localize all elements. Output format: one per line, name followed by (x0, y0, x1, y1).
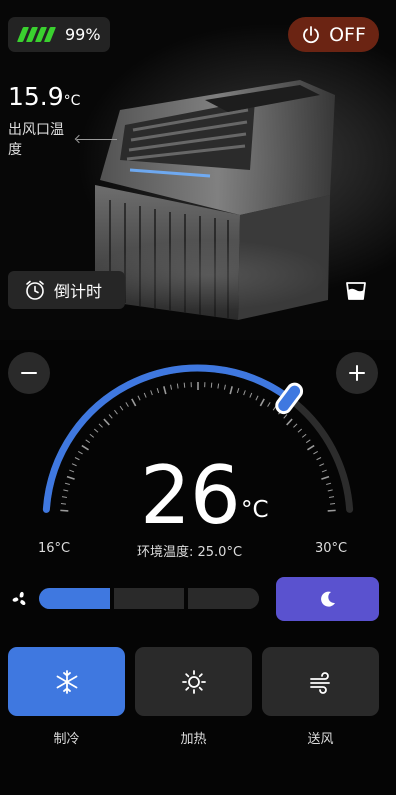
fan-speed-segment[interactable] (39, 588, 110, 609)
dial-tick (297, 428, 303, 433)
dial-tick (93, 428, 99, 433)
alarm-clock-icon (26, 280, 44, 300)
dial-tick (89, 433, 95, 438)
dial-tick (229, 386, 233, 395)
dial-tick (329, 503, 336, 505)
dial-tick (150, 390, 153, 396)
dial-tick (321, 475, 330, 480)
dial-tick (236, 388, 240, 394)
dial-tick (63, 489, 69, 492)
fan-speed-segment[interactable] (188, 588, 259, 609)
dial-tick (143, 392, 147, 398)
dial-tick (313, 450, 319, 455)
battery-indicator: 99% (8, 17, 110, 52)
dial-tick (249, 392, 253, 398)
dial-tick (243, 390, 246, 396)
set-temperature-unit: °C (241, 497, 269, 523)
dial-tick (316, 457, 322, 461)
sleep-mode-button[interactable] (276, 577, 379, 621)
dial-tick (114, 409, 118, 415)
dial-tick (217, 383, 220, 389)
dial-tick (108, 414, 113, 419)
dial-tick (283, 414, 288, 419)
dial-tick (327, 509, 336, 512)
dial-tick (60, 503, 67, 505)
mode-heat-label: 加热 (180, 732, 207, 747)
dial-tick (77, 450, 83, 455)
dial-tick (60, 509, 69, 512)
sun-icon (181, 669, 206, 694)
dial-tick (223, 384, 226, 390)
moon-icon (320, 591, 335, 607)
dial-tick (74, 457, 80, 461)
dial-tick (327, 489, 333, 492)
snowflake-icon (56, 669, 77, 694)
battery-bars-icon (16, 27, 57, 42)
fan-icon (12, 591, 26, 606)
outlet-pointer-arrow (77, 139, 117, 140)
dial-tick (286, 418, 293, 426)
dial-tick (137, 395, 141, 401)
mode-heat-button[interactable] (135, 647, 252, 716)
dial-tick (267, 402, 271, 407)
dial-tick (255, 395, 259, 401)
dial-tick (64, 482, 70, 486)
outlet-temp-value: 15.9 (8, 82, 64, 111)
dial-tick (293, 423, 298, 428)
water-tank-icon[interactable] (345, 281, 367, 301)
dial-tick (61, 496, 67, 499)
dial-tick (301, 433, 307, 438)
set-temperature: 26 (140, 449, 241, 542)
dial-tick (66, 475, 75, 480)
fan-speed-segment[interactable] (113, 588, 185, 609)
dial-tick (176, 383, 179, 389)
timer-label: 倒计时 (54, 282, 103, 301)
dial-tick (163, 386, 167, 395)
dial-tick (125, 402, 129, 407)
power-icon (303, 25, 319, 43)
dial-tick (156, 388, 160, 394)
dial-tick (81, 444, 89, 451)
max-temp-label: 30°C (315, 541, 348, 556)
mode-fan-button[interactable] (262, 647, 379, 716)
dial-tick (305, 439, 311, 444)
dial-tick (326, 482, 332, 486)
dial-tick (259, 398, 265, 407)
dial-tick (69, 469, 75, 473)
dial-tick (131, 398, 137, 407)
dial-tick (319, 463, 325, 467)
timer-button[interactable]: 倒计时 (8, 271, 125, 309)
dial-tick (307, 444, 315, 451)
dial-tick (98, 423, 103, 428)
min-temp-label: 16°C (38, 541, 71, 556)
dial-tick (329, 496, 335, 499)
dial-tick (85, 439, 91, 444)
mode-cool-label: 制冷 (53, 732, 80, 747)
wind-icon (309, 671, 330, 694)
outlet-temp-label: 出风口温度 (8, 122, 64, 158)
ambient-temp-label: 环境温度: 25.0°C (137, 545, 243, 560)
dial-tick (170, 384, 173, 390)
dial-tick (321, 469, 327, 473)
power-button[interactable]: OFF (288, 17, 379, 52)
outlet-temp-unit: °C (63, 93, 81, 109)
power-label: OFF (329, 23, 366, 46)
dial-tick (119, 405, 124, 411)
battery-percent: 99% (65, 25, 101, 44)
dial-tick (103, 418, 110, 426)
outlet-temperature: 15.9°C (8, 82, 80, 111)
dial-tick (71, 463, 77, 467)
mode-fan-label: 送风 (307, 732, 334, 747)
mode-cool-button[interactable] (8, 647, 125, 716)
fan-speed-slider[interactable] (39, 588, 259, 609)
